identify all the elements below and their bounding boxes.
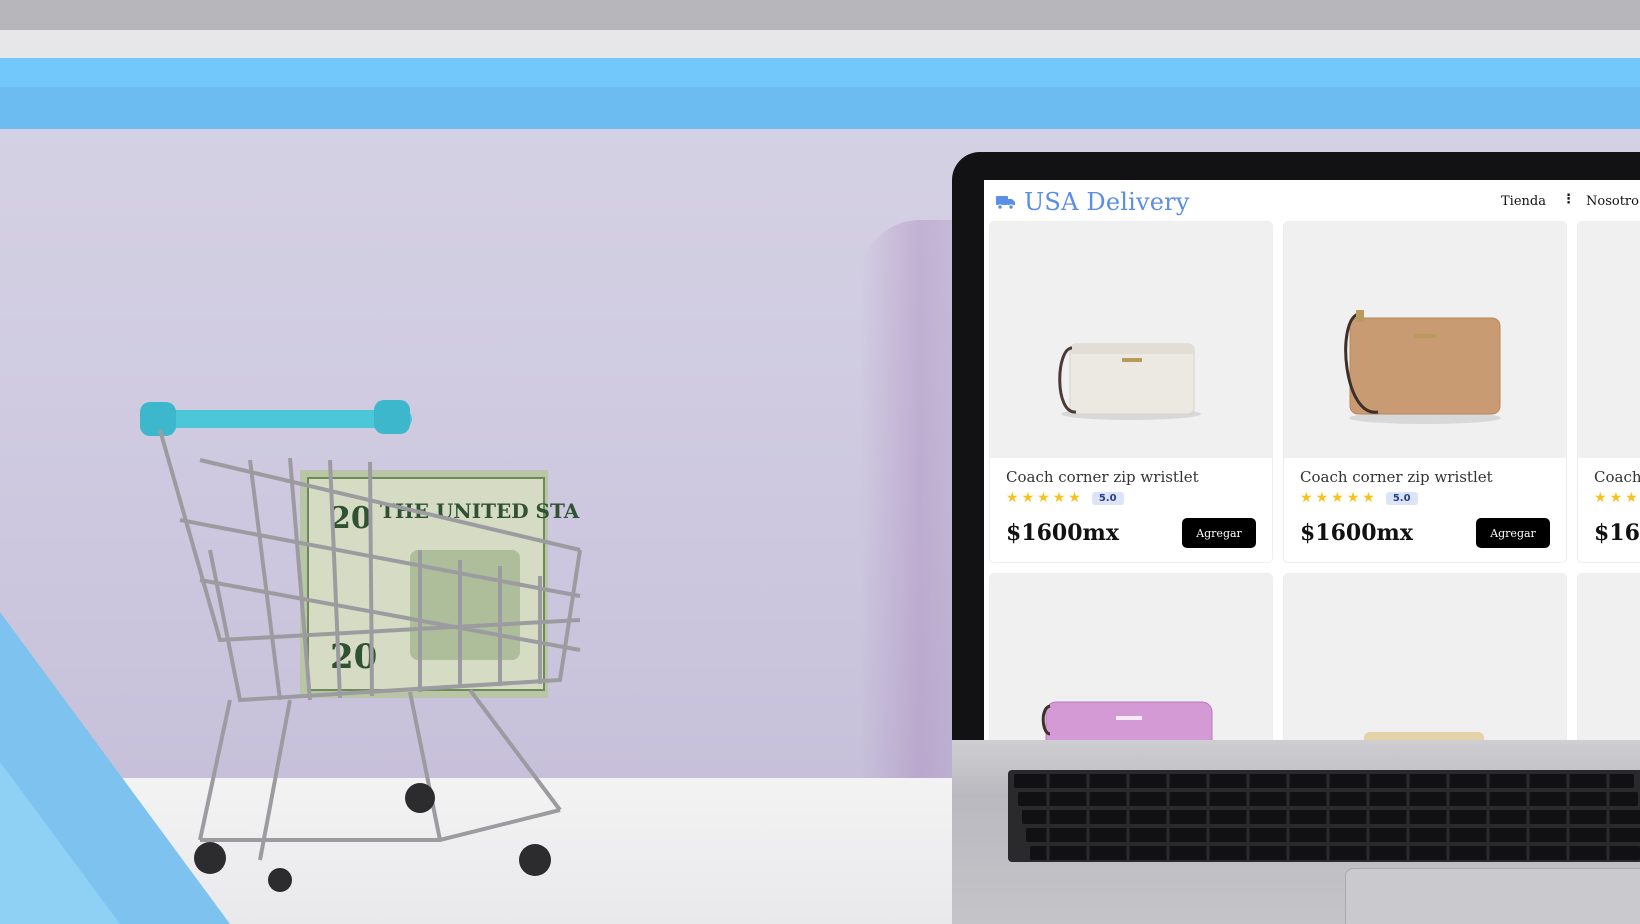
store-navbar: USA Delivery Tienda ⋮ Nosotro <box>984 180 1640 224</box>
product-card[interactable]: Coach corner zip wristlet ★ ★ ★ ★ ★ 5.0 … <box>990 222 1272 562</box>
product-card[interactable] <box>1284 574 1566 742</box>
add-to-cart-button[interactable]: Agregar <box>1476 518 1550 548</box>
top-blue-band-lower <box>0 87 1640 129</box>
product-title[interactable]: Coach corner zip wristlet <box>1006 468 1199 486</box>
add-to-cart-button[interactable]: Agregar <box>1182 518 1256 548</box>
star-icon: ★ <box>1609 490 1623 506</box>
truck-icon <box>996 196 1015 210</box>
wristlet-image <box>1058 343 1201 420</box>
star-icon: ★ <box>1331 490 1344 506</box>
product-image[interactable] <box>1578 574 1640 742</box>
star-icon: ★ <box>1052 490 1066 506</box>
product-price: $1600mx <box>1300 520 1413 546</box>
star-icon: ★ <box>1625 490 1638 506</box>
star-icon: ★ <box>1300 490 1313 506</box>
product-image[interactable] <box>1284 222 1566 458</box>
nav-link-tienda[interactable]: Tienda <box>1501 194 1546 209</box>
shopping-cart-image: 20 THE UNITED STA 20 <box>140 400 582 892</box>
product-image[interactable] <box>1578 222 1640 458</box>
top-blue-band <box>0 58 1640 87</box>
star-icon: ★ <box>1594 490 1607 506</box>
laptop-keyboard <box>1008 770 1640 862</box>
product-price: $1600mx <box>1006 520 1119 546</box>
wristlet-image <box>1364 732 1484 742</box>
star-icon: ★ <box>1037 490 1050 506</box>
product-image[interactable] <box>1284 574 1566 742</box>
product-title[interactable]: Coach corner zip wristlet <box>1300 468 1493 486</box>
product-price: $160 <box>1594 520 1640 546</box>
product-card[interactable]: Coach ★ ★ ★ $160 <box>1578 222 1640 562</box>
brand[interactable]: USA Delivery <box>996 188 1190 216</box>
star-icon: ★ <box>1006 490 1019 506</box>
rating-stars: ★ ★ ★ <box>1594 490 1638 506</box>
wristlet-image <box>1041 701 1213 742</box>
product-card[interactable]: Coach corner zip wristlet ★ ★ ★ ★ ★ 5.0 … <box>1284 222 1566 562</box>
star-icon: ★ <box>1362 490 1375 506</box>
top-gray-bar <box>0 0 1640 30</box>
star-icon: ★ <box>1315 490 1329 506</box>
rating-stars: ★ ★ ★ ★ ★ 5.0 <box>1006 490 1124 506</box>
rating-stars: ★ ★ ★ ★ ★ 5.0 <box>1300 490 1418 506</box>
svg-text:20: 20 <box>330 501 372 536</box>
rating-badge: 5.0 <box>1385 491 1418 505</box>
nav-link-nosotros[interactable]: Nosotro <box>1586 194 1639 209</box>
brand-name: USA Delivery <box>1024 188 1190 216</box>
laptop-screen: USA Delivery Tienda ⋮ Nosotro Coach corn… <box>984 180 1640 742</box>
star-icon: ★ <box>1068 490 1081 506</box>
star-icon: ★ <box>1021 490 1035 506</box>
wristlet-image <box>1344 310 1501 424</box>
laptop-trackpad <box>1345 868 1640 924</box>
rating-badge: 5.0 <box>1091 491 1124 505</box>
product-image[interactable] <box>990 574 1272 742</box>
product-card[interactable] <box>1578 574 1640 742</box>
product-card[interactable] <box>990 574 1272 742</box>
more-vertical-icon[interactable]: ⋮ <box>1562 192 1575 207</box>
product-image[interactable] <box>990 222 1272 458</box>
star-icon: ★ <box>1346 490 1360 506</box>
top-light-bar <box>0 30 1640 58</box>
product-title[interactable]: Coach <box>1594 468 1640 486</box>
